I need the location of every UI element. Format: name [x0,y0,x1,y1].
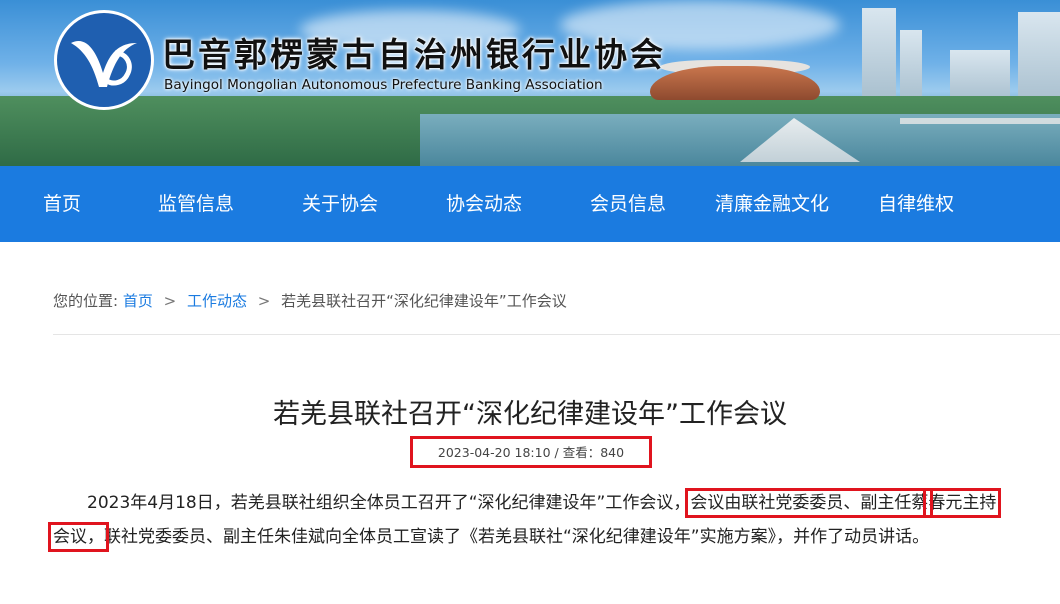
association-logo-icon[interactable] [54,10,154,110]
nav-item-about[interactable]: 关于协会 [268,166,412,242]
nav-item-home[interactable]: 首页 [0,166,124,242]
site-title[interactable]: 巴音郭楞蒙古自治州银行业协会 [162,28,666,76]
nav-item-members[interactable]: 会员信息 [556,166,700,242]
header-banner: 巴音郭楞蒙古自治州银行业协会 Bayingol Mongolian Autono… [0,0,1060,166]
article-paragraph: 2023年4月18日，若羌县联社组织全体员工召开了“深化纪律建设年”工作会议，会… [47,486,1003,554]
divider [53,334,1060,335]
breadcrumb-section-link[interactable]: 工作动态 [187,292,247,310]
article-meta: 2023-04-20 18:10 / 查看：840 [410,436,652,468]
main-nav: 首页 监管信息 关于协会 协会动态 会员信息 清廉金融文化 自律维权 [0,166,1060,242]
highlighted-text: 会议由联社党委委员、副主任蔡 [685,488,934,518]
breadcrumb-separator: > [257,292,271,310]
breadcrumb-prefix: 您的位置: [53,292,119,310]
nav-item-news[interactable]: 协会动态 [412,166,556,242]
nav-item-regulation[interactable]: 监管信息 [124,166,268,242]
site-subtitle: Bayingol Mongolian Autonomous Prefecture… [164,77,603,93]
breadcrumb-home-link[interactable]: 首页 [123,292,153,310]
nav-item-self-regulation[interactable]: 自律维权 [844,166,988,242]
nav-item-integrity-culture[interactable]: 清廉金融文化 [700,166,844,242]
paragraph-text: 2023年4月18日，若羌县联社组织全体员工召开了“深化纪律建设年”工作会议， [87,493,691,513]
breadcrumb: 您的位置: 首页 > 工作动态 > 若羌县联社召开“深化纪律建设年”工作会议 [53,290,567,311]
breadcrumb-separator: > [163,292,177,310]
article-title: 若羌县联社召开“深化纪律建设年”工作会议 [273,399,787,430]
breadcrumb-current: 若羌县联社召开“深化纪律建设年”工作会议 [281,292,567,310]
paragraph-text: 联社党委委员、副主任朱佳斌向全体员工宣读了《若羌县联社“深化纪律建设年”实施方案… [104,527,930,547]
